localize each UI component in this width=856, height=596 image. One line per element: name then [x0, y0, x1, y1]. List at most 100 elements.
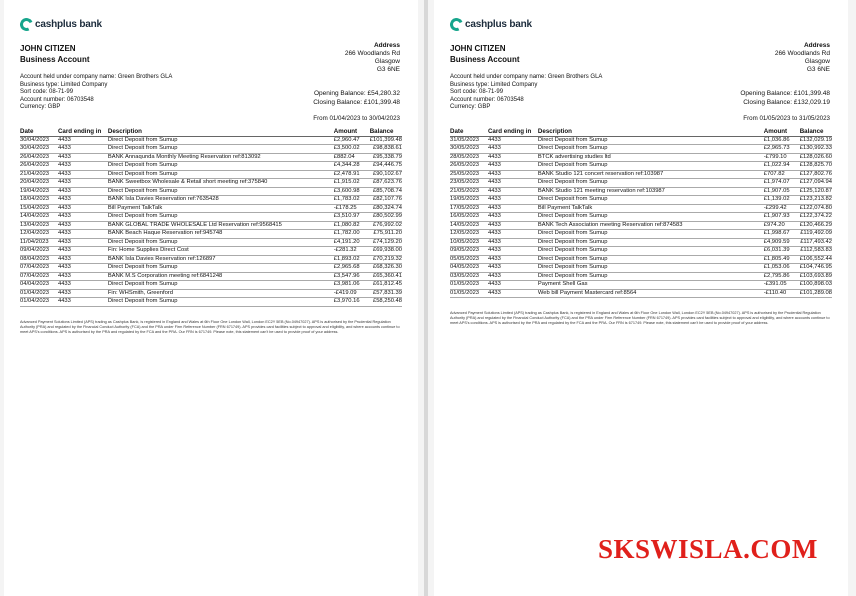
cell-balance: £85,708.74: [369, 187, 402, 196]
account-info-line: Sort code: 08-71-99: [450, 89, 504, 96]
account-info-line: Account number: 06703548: [450, 96, 524, 103]
cell-balance: £74,129.20: [369, 238, 402, 247]
cell-amount: £6,031.39: [763, 246, 800, 256]
cell-card: 4433: [57, 178, 108, 188]
cell-amount: -£110.40: [763, 289, 800, 298]
table-row: 19/05/2023 4433 Direct Deposit from Sumup £…: [450, 195, 832, 205]
cell-description: BTCK advertising studies ltd: [537, 153, 764, 162]
column-header-balance: Balance: [799, 127, 832, 137]
cell-card: 4433: [487, 170, 538, 179]
cell-date: 12/04/2023: [20, 229, 58, 239]
cell-description: Fin: WHSmith, Greenford: [107, 289, 334, 298]
cell-card: 4433: [487, 187, 538, 196]
cell-amount: £4,191.20: [333, 238, 370, 247]
table-row: 07/04/2023 4433 BANK M.S Corporation meeti…: [20, 272, 402, 281]
cell-description: Web bill Payment Mastercard ref:8564: [537, 289, 764, 298]
column-header-balance: Balance: [369, 127, 402, 137]
cell-card: 4433: [57, 136, 108, 145]
table-row: 10/05/2023 4433 Direct Deposit from Sumup £…: [450, 238, 832, 247]
cell-date: 30/04/2023: [20, 136, 58, 145]
customer-name: JOHN CITIZEN: [450, 44, 506, 53]
balance-summary: Opening Balance: £54,280.32 Closing Balan…: [313, 89, 400, 107]
cell-description: BANK Beach Haque Reservation ref:945748: [107, 229, 334, 239]
cell-amount: £3,981.06: [333, 280, 370, 290]
transactions-table: Date Card ending in Description Amount Balan…: [20, 127, 402, 307]
cell-balance: £120,466.29: [799, 221, 832, 230]
cell-card: 4433: [487, 153, 538, 162]
cell-balance: £128,825.70: [799, 161, 832, 171]
cell-balance: £70,219.32: [369, 255, 402, 264]
table-row: 15/04/2023 4433 Bill Payment TalkTalk -£178…: [20, 204, 402, 213]
cell-description: BANK Sweetbox Wholesale & Retail short m…: [107, 178, 334, 188]
closing-balance: Closing Balance: £101,399.48: [313, 99, 400, 106]
table-row: 04/05/2023 4433 Direct Deposit from Sumup £…: [450, 263, 832, 273]
cell-date: 30/04/2023: [20, 144, 58, 154]
balance-summary: Opening Balance: £101,399.48 Closing Bala…: [740, 89, 830, 107]
account-type: Business Account: [450, 55, 520, 64]
cell-date: 30/05/2023: [450, 144, 488, 154]
cell-balance: £95,338.79: [369, 153, 402, 162]
cell-date: 01/04/2023: [20, 289, 58, 298]
table-row: 03/05/2023 4433 Direct Deposit from Sumup £…: [450, 272, 832, 281]
cell-balance: £57,831.39: [369, 289, 402, 298]
account-info-line: Business type: Limited Company: [450, 81, 538, 88]
address-line: G3 6NE: [806, 66, 830, 73]
cell-description: Direct Deposit from Sumup: [537, 136, 764, 145]
cell-balance: £100,898.03: [799, 280, 832, 290]
account-info-line: Currency: GBP: [20, 104, 61, 111]
cell-description: Direct Deposit from Sumup: [107, 280, 334, 290]
cell-date: 05/05/2023: [450, 255, 488, 264]
cell-balance: £128,026.60: [799, 153, 832, 162]
cell-date: 11/04/2023: [20, 238, 58, 247]
cell-card: 4433: [487, 195, 538, 205]
bank-logo: cashplus bank: [448, 16, 532, 33]
cell-balance: £101,399.48: [369, 136, 402, 145]
cell-card: 4433: [487, 255, 538, 264]
cell-card: 4433: [487, 280, 538, 290]
cell-balance: £87,623.76: [369, 178, 402, 188]
cell-description: Direct Deposit from Sumup: [537, 238, 764, 247]
cell-date: 28/05/2023: [450, 153, 488, 162]
cell-card: 4433: [487, 272, 538, 281]
table-row: 26/04/2023 4433 Direct Deposit from Sumup £…: [20, 161, 402, 171]
cell-card: 4433: [487, 229, 538, 239]
cell-amount: £1,036.86: [763, 136, 800, 145]
cell-amount: £1,915.02: [333, 178, 370, 188]
column-header-description: Description: [107, 127, 334, 137]
table-row: 12/04/2023 4433 BANK Beach Haque Reservati…: [20, 229, 402, 239]
cell-description: Direct Deposit from Sumup: [537, 161, 764, 171]
cell-description: BANK M.S Corporation meeting ref:6841248: [107, 272, 334, 281]
statement-page-april: cashplus bank JOHN CITIZEN Business Accoun…: [4, 0, 418, 596]
cell-date: 25/05/2023: [450, 170, 488, 179]
cell-amount: £707.82: [763, 170, 800, 179]
cell-description: Direct Deposit from Sumup: [537, 195, 764, 205]
cell-date: 09/05/2023: [450, 246, 488, 256]
cell-date: 26/05/2023: [450, 161, 488, 171]
cell-description: BANK Studio 121 concert reservation ref:…: [537, 170, 764, 179]
cell-card: 4433: [487, 161, 538, 171]
cell-description: Direct Deposit from Sumup: [107, 136, 334, 145]
cell-amount: £2,795.86: [763, 272, 800, 281]
address-line: Glasgow: [374, 58, 400, 65]
cell-date: 23/05/2023: [450, 178, 488, 188]
account-info-line: Currency: GBP: [450, 104, 491, 111]
table-header-row: Date Card ending in Description Amount Balan…: [20, 127, 402, 137]
table-row: 09/04/2023 4433 Fin: Home Supplies Direct …: [20, 246, 402, 256]
column-header-amount: Amount: [333, 127, 370, 137]
cell-balance: £130,992.33: [799, 144, 832, 154]
table-row: 17/05/2023 4433 Bill Payment TalkTalk -£299…: [450, 204, 832, 213]
cell-card: 4433: [57, 297, 108, 307]
customer-name: JOHN CITIZEN: [20, 44, 76, 53]
cell-card: 4433: [57, 212, 108, 222]
cell-description: BANK Studio 121 meeting reservation ref:…: [537, 187, 764, 196]
cell-amount: £1,783.02: [333, 195, 370, 205]
address-block: Address 266 Woodlands Rd Glasgow G3 6NE: [775, 42, 830, 74]
column-header-card: Card ending in: [487, 127, 538, 137]
table-row: 30/04/2023 4433 Direct Deposit from Sumup £…: [20, 144, 402, 154]
statement-page-may: cashplus bank JOHN CITIZEN Business Accoun…: [434, 0, 848, 596]
cell-date: 01/04/2023: [20, 297, 58, 307]
column-header-date: Date: [20, 127, 58, 137]
table-row: 01/04/2023 4433 Fin: WHSmith, Greenford -£4…: [20, 289, 402, 298]
table-row: 11/04/2023 4433 Direct Deposit from Sumup £…: [20, 238, 402, 247]
cell-amount: £1,805.49: [763, 255, 800, 264]
